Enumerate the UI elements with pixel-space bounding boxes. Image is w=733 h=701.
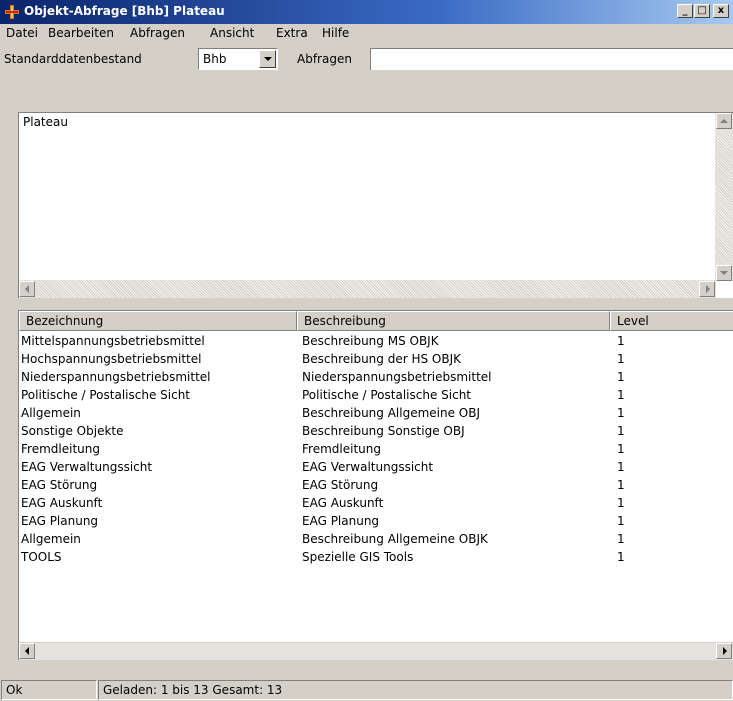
query-input[interactable] xyxy=(370,48,733,70)
cell-bezeichnung: Sonstige Objekte xyxy=(21,424,124,438)
menu-hilfe[interactable]: Hilfe xyxy=(322,26,349,40)
status-state: Ok xyxy=(1,680,97,700)
table-row[interactable]: Allgemein Beschreibung Allgemeine OBJ 1 xyxy=(19,405,733,423)
table-row[interactable]: EAG Störung EAG Störung 1 xyxy=(19,477,733,495)
dropdown-arrow-icon[interactable] xyxy=(259,50,276,68)
app-icon xyxy=(5,5,19,19)
cell-bezeichnung: EAG Störung xyxy=(21,478,98,492)
cell-level: 1 xyxy=(617,370,625,384)
cell-beschreibung: EAG Störung xyxy=(302,478,379,492)
cell-beschreibung: Beschreibung der HS OBJK xyxy=(302,352,462,366)
status-bar: Ok Geladen: 1 bis 13 Gesamt: 13 xyxy=(0,678,733,701)
cell-beschreibung: EAG Auskunft xyxy=(302,496,384,510)
scroll-up-button[interactable] xyxy=(716,113,732,129)
cell-beschreibung: EAG Verwaltungssicht xyxy=(302,460,434,474)
cell-level: 1 xyxy=(617,550,625,564)
menu-ansicht[interactable]: Ansicht xyxy=(210,26,254,40)
cell-bezeichnung: Mittelspannungsbetriebsmittel xyxy=(21,334,205,348)
menu-bearbeiten[interactable]: Bearbeiten xyxy=(48,26,114,40)
cell-level: 1 xyxy=(617,496,625,510)
cell-bezeichnung: Allgemein xyxy=(21,406,81,420)
title-bar[interactable]: Objekt-Abfrage [Bhb] Plateau _ □ x xyxy=(0,0,733,24)
standard-dataset-select[interactable]: Bhb xyxy=(198,48,278,70)
text-horizontal-scrollbar[interactable] xyxy=(19,280,716,298)
arrow-right-icon xyxy=(723,647,727,655)
cell-bezeichnung: TOOLS xyxy=(21,550,62,564)
list-scroll-left-button[interactable] xyxy=(19,643,35,659)
table-row[interactable]: Hochspannungsbetriebsmittel Beschreibung… xyxy=(19,351,733,369)
results-list[interactable]: Bezeichnung Beschreibung Level Mittelspa… xyxy=(18,310,733,660)
cell-bezeichnung: Politische / Postalische Sicht xyxy=(21,388,191,402)
cell-beschreibung: Beschreibung Allgemeine OBJK xyxy=(302,532,488,546)
list-horizontal-scrollbar[interactable] xyxy=(19,642,733,660)
scroll-down-button[interactable] xyxy=(716,265,732,281)
table-row[interactable]: Fremdleitung Fremdleitung 1 xyxy=(19,441,733,459)
cell-bezeichnung: EAG Auskunft xyxy=(21,496,103,510)
arrow-up-icon xyxy=(720,119,728,123)
arrow-left-icon xyxy=(25,285,29,293)
column-beschreibung[interactable]: Beschreibung xyxy=(297,311,610,331)
table-row[interactable]: EAG Planung EAG Planung 1 xyxy=(19,513,733,531)
query-window: Objekt-Abfrage [Bhb] Plateau _ □ x Datei… xyxy=(0,0,733,701)
cell-beschreibung: EAG Planung xyxy=(302,514,380,528)
cell-level: 1 xyxy=(617,424,625,438)
table-row[interactable]: Politische / Postalische Sicht Politisch… xyxy=(19,387,733,405)
text-vertical-scrollbar[interactable] xyxy=(715,113,733,281)
cell-level: 1 xyxy=(617,388,625,402)
close-button[interactable]: x xyxy=(713,4,729,18)
cell-bezeichnung: Niederspannungsbetriebsmittel xyxy=(21,370,211,384)
list-header: Bezeichnung Beschreibung Level xyxy=(19,311,733,331)
table-row[interactable]: Niederspannungsbetriebsmittel Niederspan… xyxy=(19,369,733,387)
cell-level: 1 xyxy=(617,442,625,456)
cell-level: 1 xyxy=(617,334,625,348)
cell-level: 1 xyxy=(617,460,625,474)
table-row[interactable]: Allgemein Beschreibung Allgemeine OBJK 1 xyxy=(19,531,733,549)
menu-datei[interactable]: Datei xyxy=(6,26,38,40)
cell-level: 1 xyxy=(617,532,625,546)
column-level[interactable]: Level xyxy=(610,311,733,331)
standard-dataset-label: Standarddatenbestand xyxy=(4,52,142,66)
cell-beschreibung: Spezielle GIS Tools xyxy=(302,550,414,564)
table-row[interactable]: Sonstige Objekte Beschreibung Sonstige O… xyxy=(19,423,733,441)
standard-dataset-value: Bhb xyxy=(203,52,227,66)
arrow-right-icon xyxy=(706,285,710,293)
scroll-left-button[interactable] xyxy=(19,281,35,297)
maximize-button[interactable]: □ xyxy=(694,4,710,18)
menu-abfragen[interactable]: Abfragen xyxy=(130,26,185,40)
cell-bezeichnung: EAG Verwaltungssicht xyxy=(21,460,153,474)
cell-beschreibung: Beschreibung Sonstige OBJ xyxy=(302,424,465,438)
query-text-area[interactable]: Plateau xyxy=(18,112,733,298)
query-text: Plateau xyxy=(23,115,68,129)
menu-bar: Datei Bearbeiten Abfragen Ansicht Extra … xyxy=(0,24,733,44)
cell-bezeichnung: Fremdleitung xyxy=(21,442,100,456)
cell-bezeichnung: Hochspannungsbetriebsmittel xyxy=(21,352,202,366)
cell-beschreibung: Fremdleitung xyxy=(302,442,381,456)
cell-level: 1 xyxy=(617,478,625,492)
column-bezeichnung[interactable]: Bezeichnung xyxy=(19,311,297,331)
query-label: Abfragen xyxy=(297,52,352,66)
table-row[interactable]: EAG Auskunft EAG Auskunft 1 xyxy=(19,495,733,513)
minimize-button[interactable]: _ xyxy=(677,4,693,18)
cell-level: 1 xyxy=(617,352,625,366)
scroll-right-button[interactable] xyxy=(699,281,715,297)
cell-level: 1 xyxy=(617,406,625,420)
cell-bezeichnung: Allgemein xyxy=(21,532,81,546)
window-title: Objekt-Abfrage [Bhb] Plateau xyxy=(24,4,225,18)
cell-beschreibung: Niederspannungsbetriebsmittel xyxy=(302,370,492,384)
cell-beschreibung: Politische / Postalische Sicht xyxy=(302,388,472,402)
arrow-down-icon xyxy=(720,271,728,275)
list-scroll-right-button[interactable] xyxy=(716,643,732,659)
status-info: Geladen: 1 bis 13 Gesamt: 13 xyxy=(98,680,733,700)
cell-beschreibung: Beschreibung Allgemeine OBJ xyxy=(302,406,481,420)
cell-level: 1 xyxy=(617,514,625,528)
menu-extra[interactable]: Extra xyxy=(276,26,308,40)
arrow-left-icon xyxy=(25,647,29,655)
table-row[interactable]: EAG Verwaltungssicht EAG Verwaltungssich… xyxy=(19,459,733,477)
table-row[interactable]: TOOLS Spezielle GIS Tools 1 xyxy=(19,549,733,567)
cell-beschreibung: Beschreibung MS OBJK xyxy=(302,334,439,348)
cell-bezeichnung: EAG Planung xyxy=(21,514,99,528)
table-row[interactable]: Mittelspannungsbetriebsmittel Beschreibu… xyxy=(19,333,733,351)
